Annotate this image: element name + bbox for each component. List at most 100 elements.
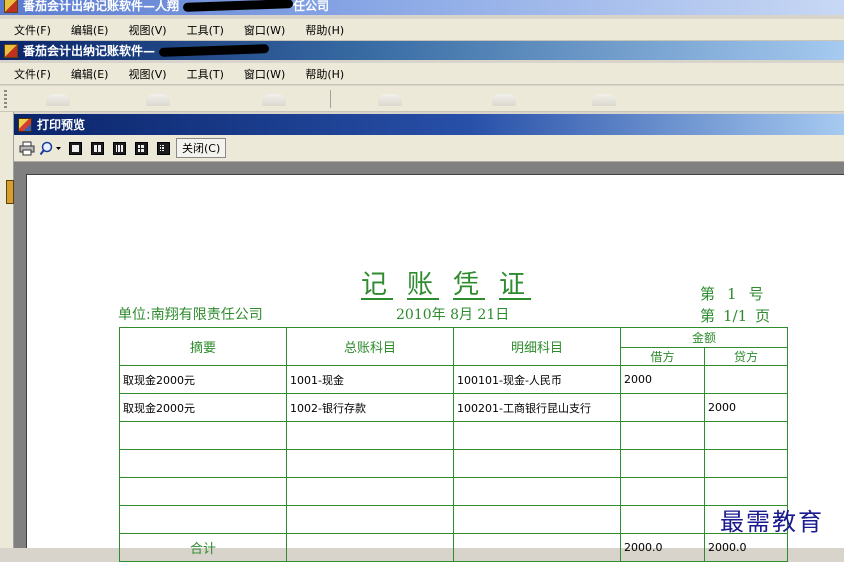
menu-view[interactable]: 视图(V) [128,66,166,82]
redaction-scribble [158,44,270,57]
voucher-title: 记账凭证 [361,264,545,301]
zoom-button[interactable] [40,138,62,158]
menu-edit[interactable]: 编辑(E) [71,22,109,38]
toolbar-icon[interactable] [592,94,616,106]
cell-summary [119,421,287,450]
voucher-number-label: 第 [700,285,716,303]
magnifier-icon [40,141,61,155]
cell-credit [703,421,789,450]
voucher-title-char: 账 [407,270,440,300]
app-title-back-suffix2: 任公司 [293,0,330,13]
four-pages-icon [134,141,148,155]
cell-summary [119,449,287,478]
cell-general [286,421,454,450]
cell-detail [453,505,621,534]
menu-help[interactable]: 帮助(H) [305,22,344,38]
table-row [119,421,789,450]
app-icon [4,43,18,58]
table-row: 取现金2000元 1001-现金 100101-现金-人民币 2000 [119,365,789,394]
three-pages-button[interactable] [110,138,128,158]
app-title: 番茄会计出纳记账软件— [23,44,156,58]
voucher-page-value: 1/1 [723,307,748,325]
two-pages-icon [90,141,104,155]
table-header-row: 摘要 总账科目 明细科目 金额 [119,327,789,366]
voucher-table: 摘要 总账科目 明细科目 金额 借方 贷方 取现金2000元 1001-现金 1… [119,327,789,562]
cell-detail: 100101-现金-人民币 [453,365,621,394]
two-pages-button[interactable] [88,138,106,158]
toolbar-icon[interactable] [492,94,516,106]
menu-file[interactable]: 文件(F) [14,22,51,38]
app-titlebar-back: 番茄会计出纳记账软件— 人翔 任公司 [0,0,844,15]
print-preview-icon [18,117,32,132]
cell-summary [119,477,287,506]
toolbar-separator [330,90,331,108]
printer-icon [19,141,35,155]
cell-general: 1001-现金 [286,365,454,394]
close-button[interactable]: 关闭(C) [176,138,227,158]
cell-debit [620,393,705,422]
cell-credit [703,365,789,394]
header-credit: 贷方 [703,347,789,366]
left-side-strip [0,112,14,548]
cell-debit [620,477,705,506]
voucher-date: 2010年 8月 21日 [396,307,510,323]
voucher-number-value: 1 [727,285,737,303]
cell-debit [620,449,705,478]
cell-general: 1002-银行存款 [286,393,454,422]
app-icon [4,0,18,13]
cell-debit [620,421,705,450]
cell-summary: 取现金2000元 [119,365,287,394]
print-preview-titlebar: 打印预览 [14,114,844,135]
three-pages-icon [112,141,126,155]
toolbar-grip[interactable] [4,90,7,110]
cell-detail [453,477,621,506]
cell-general [286,477,454,506]
table-row: 取现金2000元 1002-银行存款 100201-工商银行昆山支行 2000 [119,393,789,422]
watermark: 最需教育 [720,508,824,536]
toolbar-icon[interactable] [146,94,170,106]
voucher-page-suffix: 页 [755,307,771,325]
cell-credit [703,449,789,478]
voucher-page: 第 1/1 页 [700,305,770,326]
table-row [119,449,789,478]
menu-file[interactable]: 文件(F) [14,66,51,82]
voucher-number: 第1号 [700,283,764,304]
cell-summary [119,505,287,534]
header-amount: 金额 [619,327,789,348]
voucher-title-char: 证 [499,270,532,300]
six-pages-button[interactable] [154,138,172,158]
four-pages-button[interactable] [132,138,150,158]
menu-tools[interactable]: 工具(T) [187,22,224,38]
print-preview-toolbar: 关闭(C) [14,135,844,162]
cell-detail [453,449,621,478]
table-row [119,477,789,506]
one-page-button[interactable] [66,138,84,158]
table-row [119,505,789,534]
cell-detail [453,421,621,450]
toolbar-icon[interactable] [262,94,286,106]
print-button[interactable] [18,138,36,158]
menubar: 文件(F) 编辑(E) 视图(V) 工具(T) 窗口(W) 帮助(H) [0,63,844,85]
menu-window[interactable]: 窗口(W) [244,22,285,38]
header-detail-account: 明细科目 [453,327,621,366]
menu-view[interactable]: 视图(V) [128,22,166,38]
app-titlebar: 番茄会计出纳记账软件— [0,41,844,60]
print-preview-title: 打印预览 [37,118,86,132]
voucher-title-char: 凭 [453,270,486,300]
voucher-number-suffix: 号 [748,285,764,303]
side-tab[interactable] [6,180,14,204]
menu-edit[interactable]: 编辑(E) [71,66,109,82]
main-toolbar [0,86,844,112]
toolbar-icon[interactable] [378,94,402,106]
redaction-scribble [182,0,294,12]
menu-help[interactable]: 帮助(H) [305,66,344,82]
menu-tools[interactable]: 工具(T) [187,66,224,82]
six-pages-icon [156,141,170,155]
cell-general [286,505,454,534]
cell-summary: 取现金2000元 [119,393,287,422]
menu-window[interactable]: 窗口(W) [244,66,285,82]
toolbar-icon[interactable] [46,94,70,106]
cell-credit: 2000 [703,393,789,422]
cell-debit: 2000 [620,365,705,394]
menubar-back: 文件(F) 编辑(E) 视图(V) 工具(T) 窗口(W) 帮助(H) [0,19,844,41]
